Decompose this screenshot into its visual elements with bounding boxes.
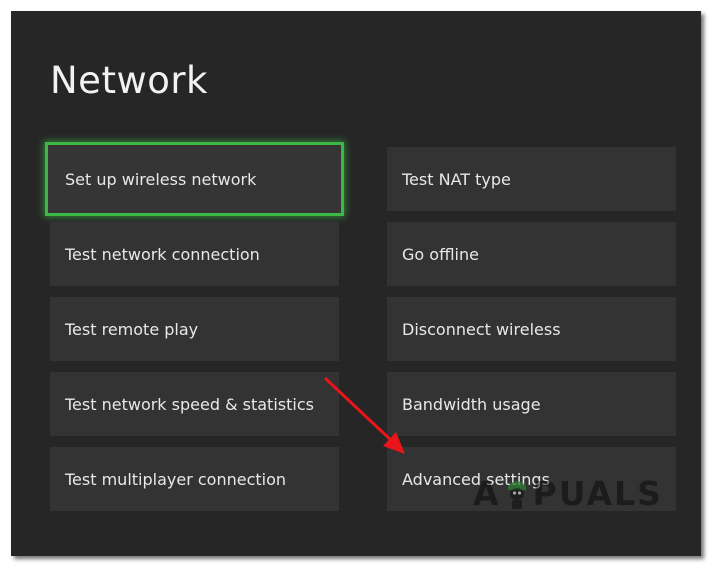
network-settings-screen: Network Set up wireless network Test net… [11, 11, 701, 556]
test-nat-type-label: Test NAT type [402, 169, 511, 189]
mascot-icon [507, 480, 526, 509]
test-network-connection-button[interactable]: Test network connection [50, 222, 339, 286]
test-network-speed-label: Test network speed & statistics [65, 394, 314, 414]
watermark-text-start: A [473, 474, 501, 513]
test-nat-type-button[interactable]: Test NAT type [387, 147, 676, 211]
disconnect-wireless-label: Disconnect wireless [402, 319, 561, 339]
test-network-connection-label: Test network connection [65, 244, 260, 264]
watermark-logo: A PUALS [473, 474, 663, 513]
test-multiplayer-connection-label: Test multiplayer connection [65, 469, 287, 489]
test-multiplayer-connection-button[interactable]: Test multiplayer connection [50, 447, 339, 511]
test-network-speed-button[interactable]: Test network speed & statistics [50, 372, 339, 436]
page-title: Network [50, 59, 208, 102]
watermark-text-end: PUALS [532, 474, 663, 513]
bandwidth-usage-label: Bandwidth usage [402, 394, 541, 414]
bandwidth-usage-button[interactable]: Bandwidth usage [387, 372, 676, 436]
setup-wireless-network-button[interactable]: Set up wireless network [45, 142, 344, 216]
setup-wireless-network-label: Set up wireless network [65, 169, 257, 189]
go-offline-label: Go offline [402, 244, 479, 264]
test-remote-play-label: Test remote play [65, 319, 199, 339]
go-offline-button[interactable]: Go offline [387, 222, 676, 286]
test-remote-play-button[interactable]: Test remote play [50, 297, 339, 361]
disconnect-wireless-button[interactable]: Disconnect wireless [387, 297, 676, 361]
